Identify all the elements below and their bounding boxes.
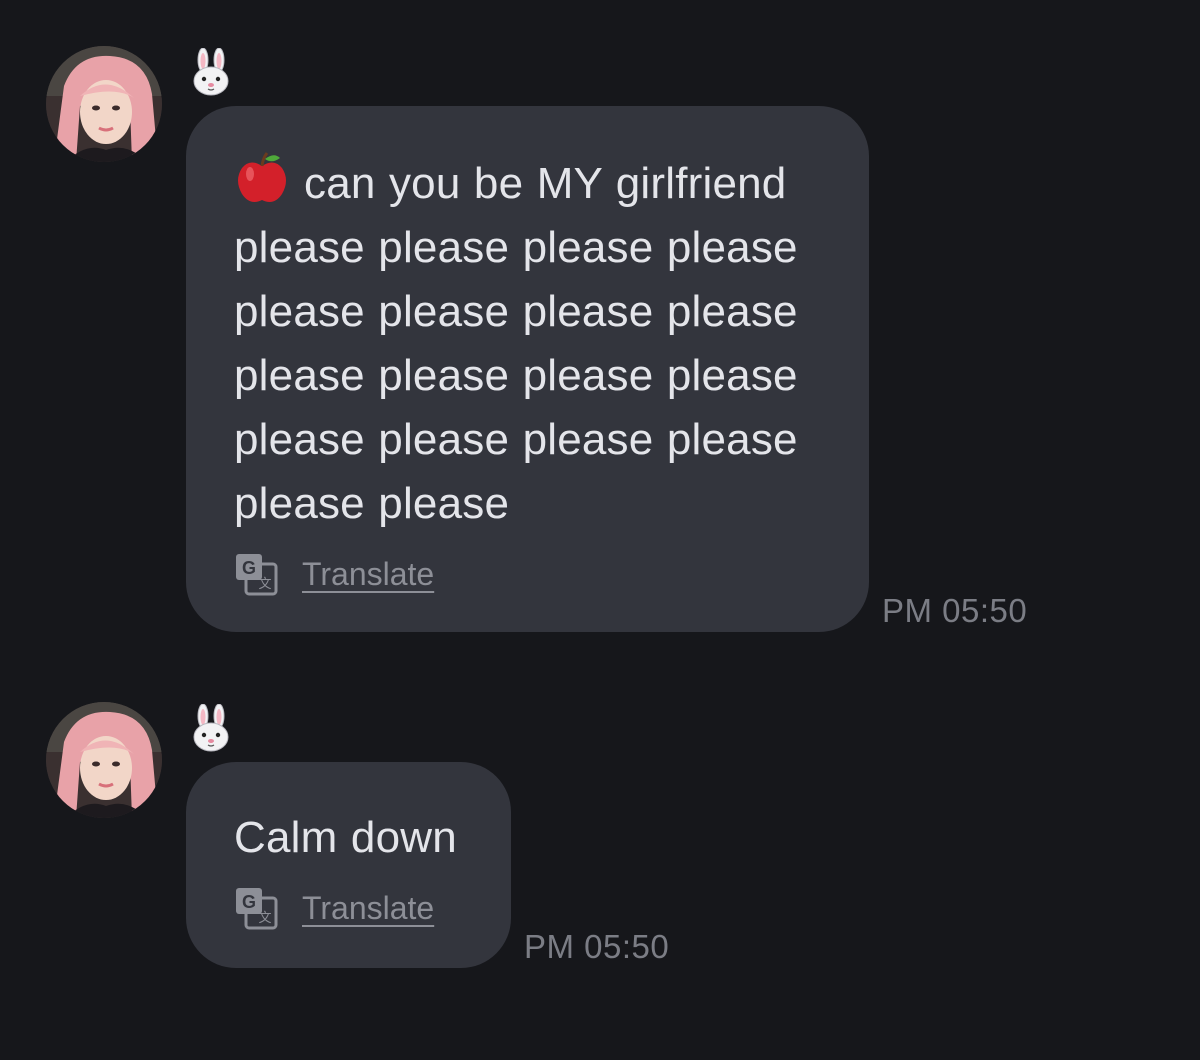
timestamp: PM 05:50 <box>524 928 670 965</box>
message-text: can you be MY girlfriend please please p… <box>234 150 821 536</box>
rabbit-face-icon <box>190 703 232 752</box>
message-text-first-line: can you be MY girlfriend <box>304 159 787 208</box>
rabbit-face-icon <box>190 47 232 96</box>
avatar[interactable] <box>46 46 162 162</box>
google-translate-icon: G 文 <box>236 554 278 596</box>
message-row: Calm down G 文 Translate PM 05:50 <box>0 660 1200 1000</box>
chat-thread: can you be MY girlfriend please please p… <box>0 0 1200 1060</box>
translate-link[interactable]: Translate <box>302 556 434 593</box>
message-bubble[interactable]: can you be MY girlfriend please please p… <box>186 106 869 632</box>
message-row: can you be MY girlfriend please please p… <box>0 0 1200 660</box>
svg-text:文: 文 <box>258 576 271 591</box>
message-bubble[interactable]: Calm down G 文 Translate <box>186 762 511 968</box>
svg-text:文: 文 <box>258 910 271 925</box>
translate-action[interactable]: G 文 Translate <box>234 550 434 598</box>
avatar[interactable] <box>46 702 162 818</box>
red-apple-icon <box>234 150 290 206</box>
message-text-continued: please please please please please pleas… <box>234 223 798 528</box>
translate-action[interactable]: G 文 Translate <box>234 884 434 932</box>
google-translate-icon: G 文 <box>236 888 278 930</box>
timestamp: PM 05:50 <box>882 592 1028 629</box>
translate-link[interactable]: Translate <box>302 890 434 927</box>
svg-text:G: G <box>242 558 256 578</box>
svg-text:G: G <box>242 892 256 912</box>
message-text: Calm down <box>234 813 457 862</box>
